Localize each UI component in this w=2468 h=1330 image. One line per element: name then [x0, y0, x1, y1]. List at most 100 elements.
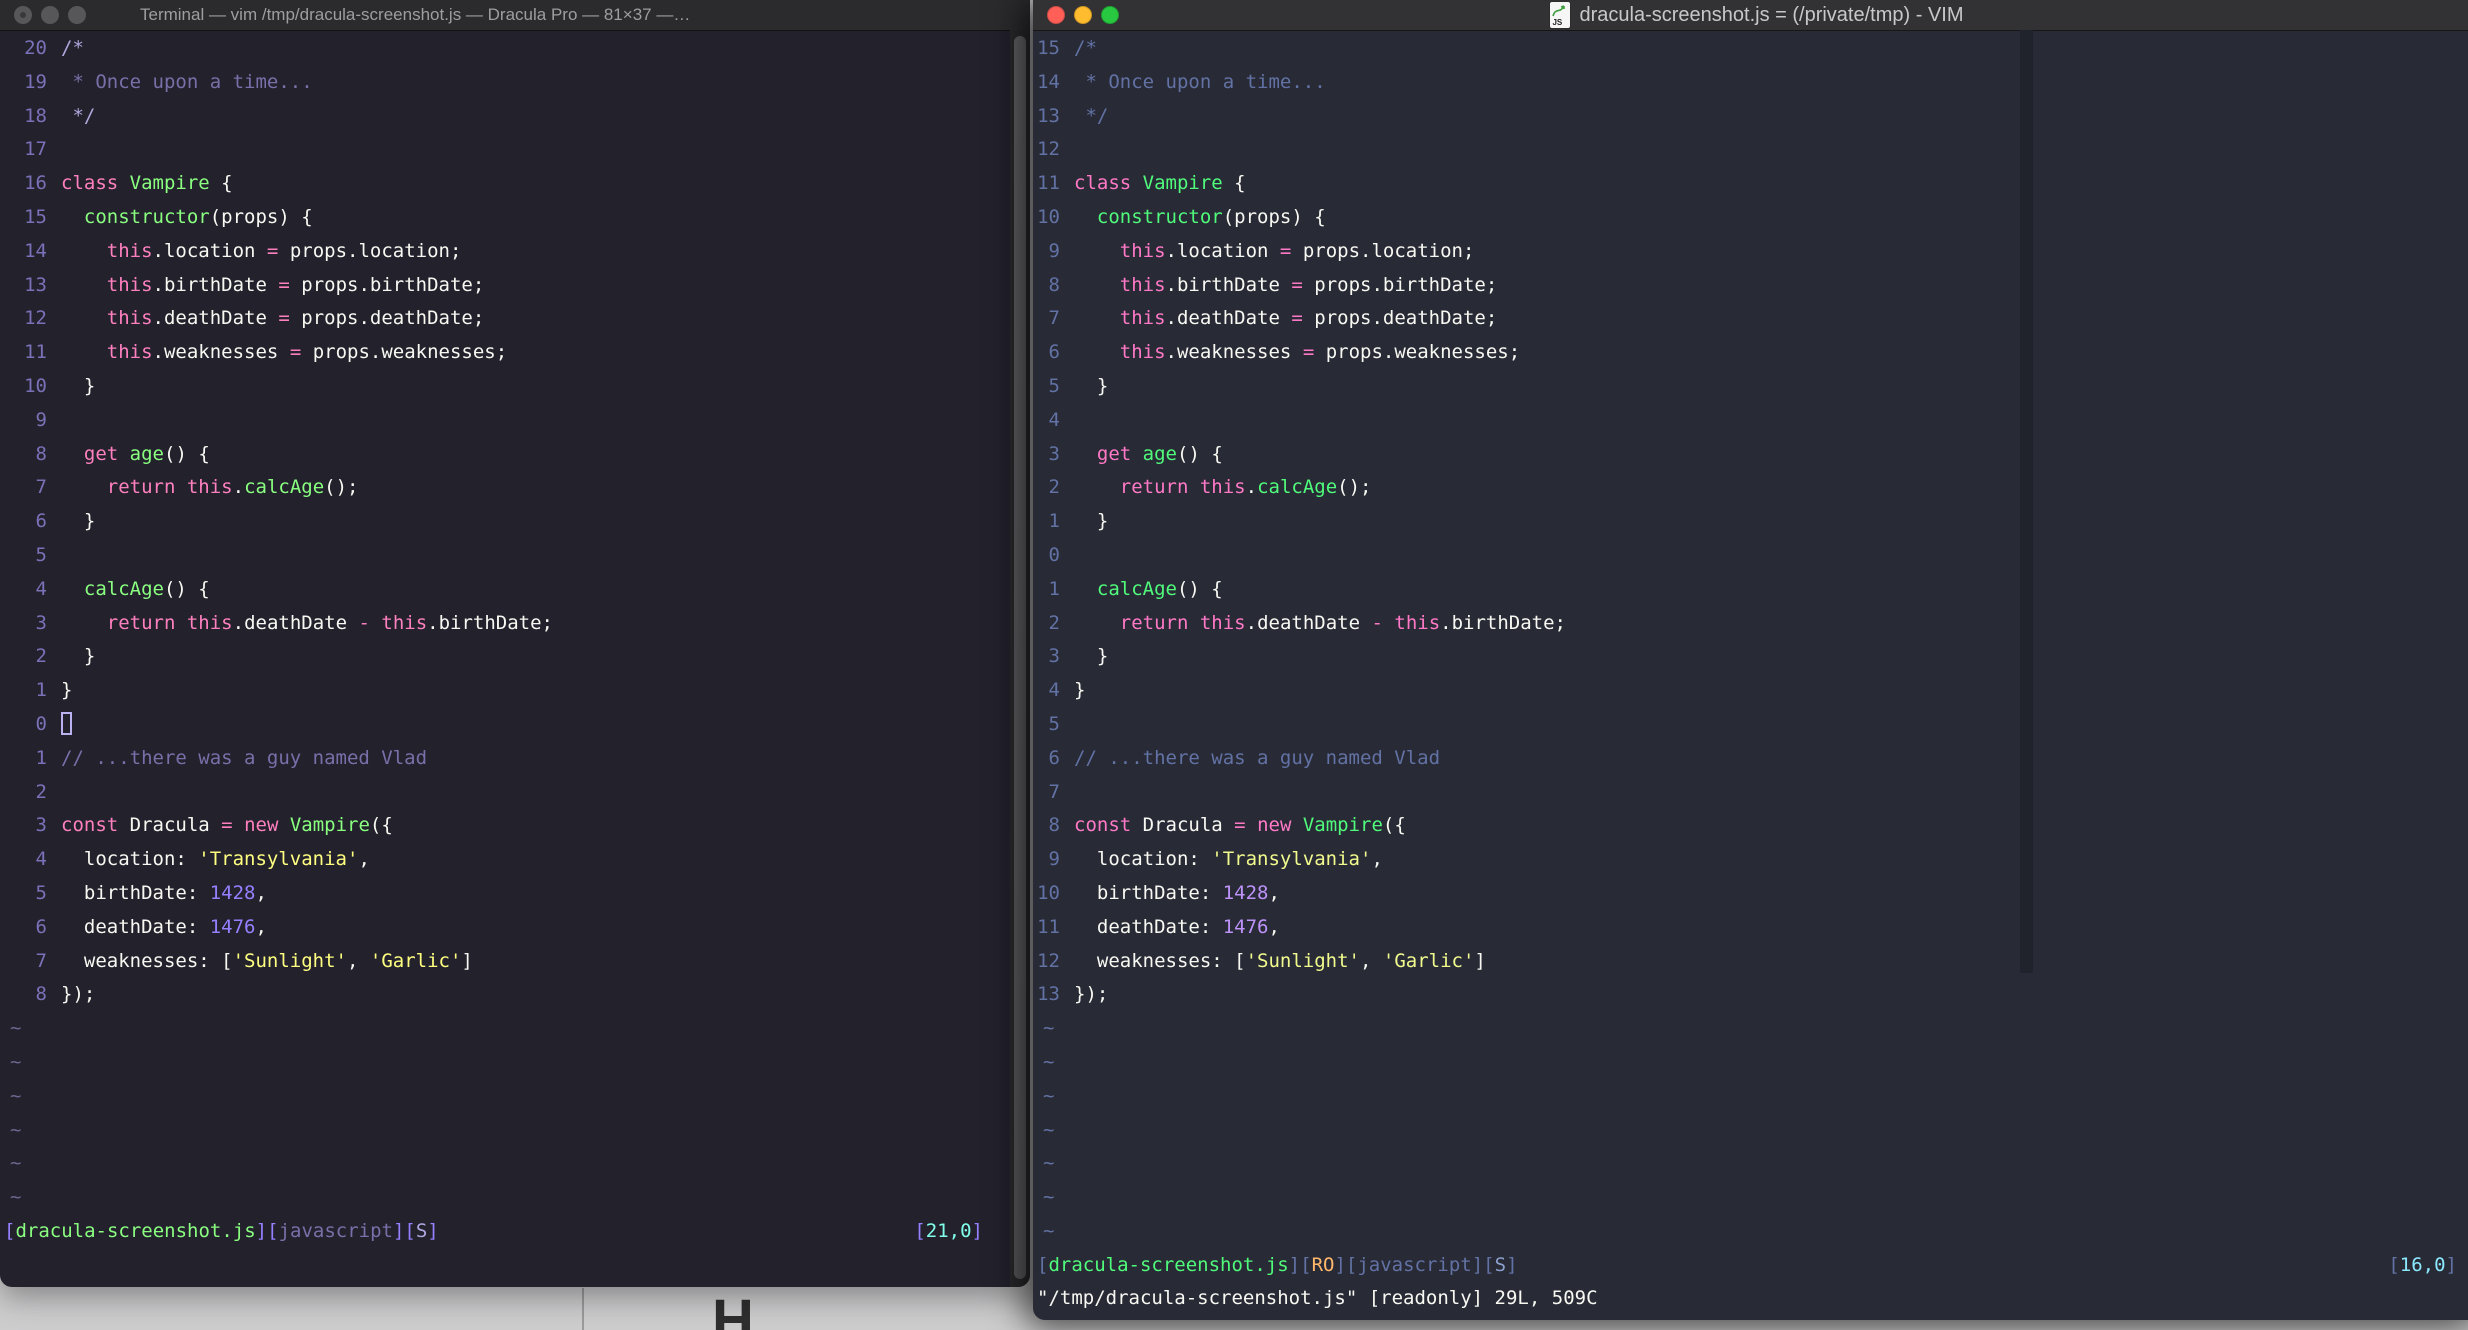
- code-line[interactable]: 3 get age() {: [1033, 438, 2468, 472]
- code-text: return this.calcAge();: [1119, 476, 1372, 499]
- terminal-vim-buffer: 20/* 19 * Once upon a time... 18 */17 16 cla…: [0, 32, 1030, 1282]
- code-text: this.deathDate = props.deathDate;: [1119, 307, 1498, 330]
- code-line[interactable]: 11 class Vampire {: [1033, 167, 2468, 201]
- code-line[interactable]: 4: [1033, 404, 2468, 438]
- tilde-line: ~: [10, 1118, 22, 1141]
- code-line[interactable]: 4 calcAge() {: [0, 573, 1030, 607]
- code-line[interactable]: 3 return this.deathDate - this.birthDate…: [0, 607, 1030, 641]
- line-number: 17: [24, 138, 47, 161]
- code-line[interactable]: 5 }: [1033, 370, 2468, 404]
- code-line[interactable]: 9 location: 'Transylvania',: [1033, 843, 2468, 877]
- code-line[interactable]: 1 calcAge() {: [1033, 573, 2468, 607]
- code-line[interactable]: 2 return this.deathDate - this.birthDate…: [1033, 607, 2468, 641]
- code-line[interactable]: 1 }: [1033, 505, 2468, 539]
- code-line[interactable]: 6 this.weaknesses = props.weaknesses;: [1033, 336, 2468, 370]
- code-line[interactable]: 0: [0, 708, 1030, 742]
- code-line[interactable]: 4 location: 'Transylvania',: [0, 843, 1030, 877]
- zoom-button[interactable]: [68, 6, 86, 24]
- line-number: 6: [35, 915, 47, 938]
- code-text: }: [1074, 679, 1086, 702]
- code-line[interactable]: 7 weaknesses: ['Sunlight', 'Garlic']: [0, 945, 1030, 979]
- code-line[interactable]: 13 */: [1033, 100, 2468, 134]
- code-line[interactable]: 6 deathDate: 1476,: [0, 911, 1030, 945]
- minimize-button[interactable]: [41, 6, 59, 24]
- code-line[interactable]: 14 * Once upon a time...: [1033, 66, 2468, 100]
- code-line[interactable]: 12 this.deathDate = props.deathDate;: [0, 302, 1030, 336]
- code-line[interactable]: 20 /*: [0, 32, 1030, 66]
- code-line[interactable]: 2 }: [0, 640, 1030, 674]
- line-number: 7: [35, 476, 47, 499]
- code-line[interactable]: 8 this.birthDate = props.birthDate;: [1033, 269, 2468, 303]
- code-line[interactable]: 12 weaknesses: ['Sunlight', 'Garlic']: [1033, 945, 2468, 979]
- tilde-line: ~: [10, 1050, 22, 1073]
- code-line[interactable]: 19 * Once upon a time...: [0, 66, 1030, 100]
- code-line[interactable]: 16 class Vampire {: [0, 167, 1030, 201]
- code-line[interactable]: 14 this.location = props.location;: [0, 235, 1030, 269]
- macvim-titlebar[interactable]: JS dracula-screenshot.js = (/private/tmp…: [1033, 0, 2468, 31]
- code-line[interactable]: 0: [1033, 539, 2468, 573]
- line-number: 8: [1048, 273, 1060, 296]
- code-line[interactable]: 8 const Dracula = new Vampire({: [1033, 809, 2468, 843]
- traffic-lights: [1047, 0, 1119, 30]
- code-line[interactable]: 7 this.deathDate = props.deathDate;: [1033, 302, 2468, 336]
- code-line[interactable]: 18 */: [0, 100, 1030, 134]
- code-line[interactable]: 1}: [0, 674, 1030, 708]
- code-line[interactable]: 11 this.weaknesses = props.weaknesses;: [0, 336, 1030, 370]
- code-line[interactable]: 2: [0, 776, 1030, 810]
- code-line[interactable]: 11 deathDate: 1476,: [1033, 911, 2468, 945]
- tilde-line: ~: [1043, 1050, 1055, 1073]
- vim-message-line: "/tmp/dracula-screenshot.js" [readonly] …: [1037, 1287, 1598, 1310]
- code-text: }: [61, 645, 96, 668]
- code-line[interactable]: 10 }: [0, 370, 1030, 404]
- code-line[interactable]: 13});: [1033, 978, 2468, 1012]
- minimize-button[interactable]: [1074, 6, 1092, 24]
- code-text: this.location = props.location;: [106, 239, 462, 262]
- code-line[interactable]: 13 this.birthDate = props.birthDate;: [0, 269, 1030, 303]
- code-line[interactable]: 7 return this.calcAge();: [0, 471, 1030, 505]
- line-number: 6: [35, 510, 47, 533]
- code-line[interactable]: 15 constructor(props) {: [0, 201, 1030, 235]
- code-line[interactable]: 7: [1033, 776, 2468, 810]
- code-line[interactable]: 1 // ...there was a guy named Vlad: [0, 742, 1030, 776]
- code-line[interactable]: 5: [0, 539, 1030, 573]
- line-number: 3: [35, 611, 47, 634]
- line-number: 1: [35, 679, 47, 702]
- line-number: 16: [24, 172, 47, 195]
- code-line[interactable]: 5: [1033, 708, 2468, 742]
- code-line[interactable]: 17: [0, 133, 1030, 167]
- terminal-titlebar[interactable]: Terminal — vim /tmp/dracula-screenshot.j…: [0, 0, 1030, 31]
- code-text: this.location = props.location;: [1119, 239, 1475, 262]
- close-button[interactable]: [1047, 6, 1065, 24]
- scrollbar-thumb[interactable]: [1014, 36, 1026, 1279]
- close-button[interactable]: [14, 6, 32, 24]
- code-line[interactable]: 12: [1033, 133, 2468, 167]
- code-text: }: [61, 510, 96, 533]
- code-line[interactable]: 3 }: [1033, 640, 2468, 674]
- vim-cursor: [61, 711, 72, 735]
- code-line[interactable]: 10 birthDate: 1428,: [1033, 877, 2468, 911]
- code-line[interactable]: 3 const Dracula = new Vampire({: [0, 809, 1030, 843]
- code-text: constructor(props) {: [83, 205, 313, 228]
- vim-statusline: [dracula-screenshot.js][RO][javascript][…: [1033, 1249, 2468, 1283]
- line-number: 9: [35, 408, 47, 431]
- line-number: 5: [1048, 374, 1060, 397]
- line-number: 3: [1048, 645, 1060, 668]
- code-text: */: [1074, 104, 1109, 127]
- code-line[interactable]: 10 constructor(props) {: [1033, 201, 2468, 235]
- code-line[interactable]: 15 /*: [1033, 32, 2468, 66]
- code-line[interactable]: 9: [0, 404, 1030, 438]
- code-line[interactable]: 6 }: [0, 505, 1030, 539]
- code-text: location: 'Transylvania',: [1074, 848, 1383, 871]
- code-line[interactable]: 5 birthDate: 1428,: [0, 877, 1030, 911]
- zoom-button[interactable]: [1101, 6, 1119, 24]
- code-line[interactable]: 9 this.location = props.location;: [1033, 235, 2468, 269]
- code-line[interactable]: 4}: [1033, 674, 2468, 708]
- code-line[interactable]: 8 get age() {: [0, 438, 1030, 472]
- code-text: deathDate: 1476,: [61, 915, 267, 938]
- code-line[interactable]: 2 return this.calcAge();: [1033, 471, 2468, 505]
- code-text: return this.deathDate - this.birthDate;: [1119, 611, 1566, 634]
- code-line[interactable]: 6 // ...there was a guy named Vlad: [1033, 742, 2468, 776]
- code-line[interactable]: 8});: [0, 978, 1030, 1012]
